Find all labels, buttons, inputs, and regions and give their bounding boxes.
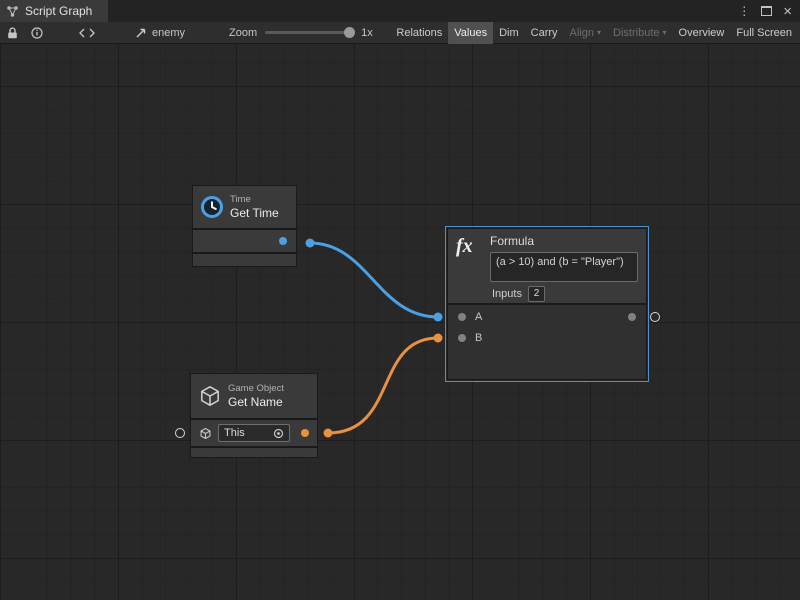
code-icon[interactable]	[79, 28, 95, 38]
info-icon[interactable]	[31, 27, 43, 39]
wire-endpoint	[324, 429, 333, 438]
values-button[interactable]: Values	[448, 22, 493, 44]
maximize-icon[interactable]	[761, 6, 772, 16]
port-formula-result-inner[interactable]	[628, 313, 636, 321]
titlebar: Script Graph ⋮ ×	[0, 0, 800, 22]
inputs-label: Inputs	[492, 288, 522, 300]
port-row-b: B	[448, 327, 646, 348]
dim-button[interactable]: Dim	[493, 22, 525, 44]
relations-button[interactable]: Relations	[390, 22, 448, 44]
chevron-down-icon: ▾	[663, 28, 667, 37]
chevron-down-icon: ▾	[597, 28, 601, 37]
node-get-time-header[interactable]: Time Get Time	[193, 186, 296, 228]
carry-button[interactable]: Carry	[525, 22, 564, 44]
wire-get-name-to-formula-b[interactable]	[328, 338, 438, 433]
graph-canvas[interactable]: Time Get Time fx Formula (a > 10) and (b…	[0, 44, 800, 600]
node-category: Time	[230, 194, 279, 206]
cube-icon	[199, 427, 212, 440]
zoom-value: 1x	[361, 27, 373, 39]
node-get-name-titles: Game Object Get Name	[228, 383, 284, 410]
zoom-slider-handle[interactable]	[344, 27, 355, 38]
window-controls: ⋮ ×	[738, 4, 800, 19]
port-label-a: A	[475, 311, 482, 323]
node-get-time[interactable]: Time Get Time	[192, 185, 297, 267]
toolbar: enemy Zoom 1x Relations Values Dim Carry…	[0, 22, 800, 44]
node-title: Formula	[490, 234, 638, 248]
node-title: Get Name	[228, 395, 284, 409]
port-get-time-output[interactable]	[279, 237, 287, 245]
formula-fields: Formula (a > 10) and (b = "Player") Inpu…	[490, 234, 638, 298]
close-icon[interactable]: ×	[783, 4, 792, 19]
port-formula-output[interactable]	[650, 312, 660, 322]
wires-layer	[0, 44, 800, 600]
port-formula-input-b[interactable]	[458, 334, 466, 342]
wire-get-time-to-formula-a[interactable]	[310, 243, 438, 317]
node-get-name-footer	[191, 448, 317, 457]
node-get-name-ports: This	[191, 420, 317, 446]
wire-endpoint	[434, 313, 443, 322]
tab-script-graph[interactable]: Script Graph	[0, 0, 108, 22]
node-formula-header[interactable]: fx Formula (a > 10) and (b = "Player") I…	[448, 229, 646, 303]
fullscreen-button[interactable]: Full Screen	[730, 22, 798, 44]
overview-button[interactable]: Overview	[673, 22, 731, 44]
node-formula-ports: A B	[448, 305, 646, 379]
cube-icon	[198, 384, 222, 408]
formula-inputs-row: Inputs 2	[492, 286, 638, 302]
fx-icon: fx	[456, 234, 482, 298]
clock-icon	[200, 195, 224, 219]
node-category: Game Object	[228, 383, 284, 395]
node-formula[interactable]: fx Formula (a > 10) and (b = "Player") I…	[447, 228, 647, 380]
kebab-menu-icon[interactable]: ⋮	[738, 5, 750, 17]
node-get-time-footer	[193, 254, 296, 266]
distribute-label: Distribute	[613, 27, 659, 39]
node-title: Get Time	[230, 206, 279, 220]
port-row-a: A	[448, 306, 646, 327]
formula-expression-input[interactable]: (a > 10) and (b = "Player")	[490, 252, 638, 282]
node-get-name[interactable]: Game Object Get Name This	[190, 373, 318, 458]
zoom-slider[interactable]	[265, 31, 351, 34]
graph-name-label: enemy	[152, 27, 185, 39]
wire-endpoint	[434, 334, 443, 343]
node-get-time-titles: Time Get Time	[230, 194, 279, 221]
tab-label: Script Graph	[25, 4, 92, 18]
target-object-value: This	[224, 427, 245, 439]
port-label-b: B	[475, 332, 482, 344]
inputs-count-field[interactable]: 2	[528, 286, 545, 302]
graph-icon	[6, 5, 19, 18]
zoom-label: Zoom	[229, 27, 257, 39]
script-graph-window: Script Graph ⋮ ×	[0, 0, 800, 600]
lock-icon[interactable]	[7, 27, 18, 39]
port-formula-input-a[interactable]	[458, 313, 466, 321]
graph-asset-icon	[135, 27, 147, 39]
target-object-field[interactable]: This	[218, 424, 290, 442]
node-get-time-ports	[193, 230, 296, 252]
object-picker-icon[interactable]	[273, 428, 284, 439]
port-get-name-output[interactable]	[301, 429, 309, 437]
align-button[interactable]: Align ▾	[564, 22, 607, 44]
toolbar-buttons: Relations Values Dim Carry Align ▾ Distr…	[390, 22, 798, 44]
node-get-name-header[interactable]: Game Object Get Name	[191, 374, 317, 418]
wire-endpoint	[306, 239, 315, 248]
align-label: Align	[570, 27, 594, 39]
port-get-name-target-input[interactable]	[175, 428, 185, 438]
distribute-button[interactable]: Distribute ▾	[607, 22, 672, 44]
